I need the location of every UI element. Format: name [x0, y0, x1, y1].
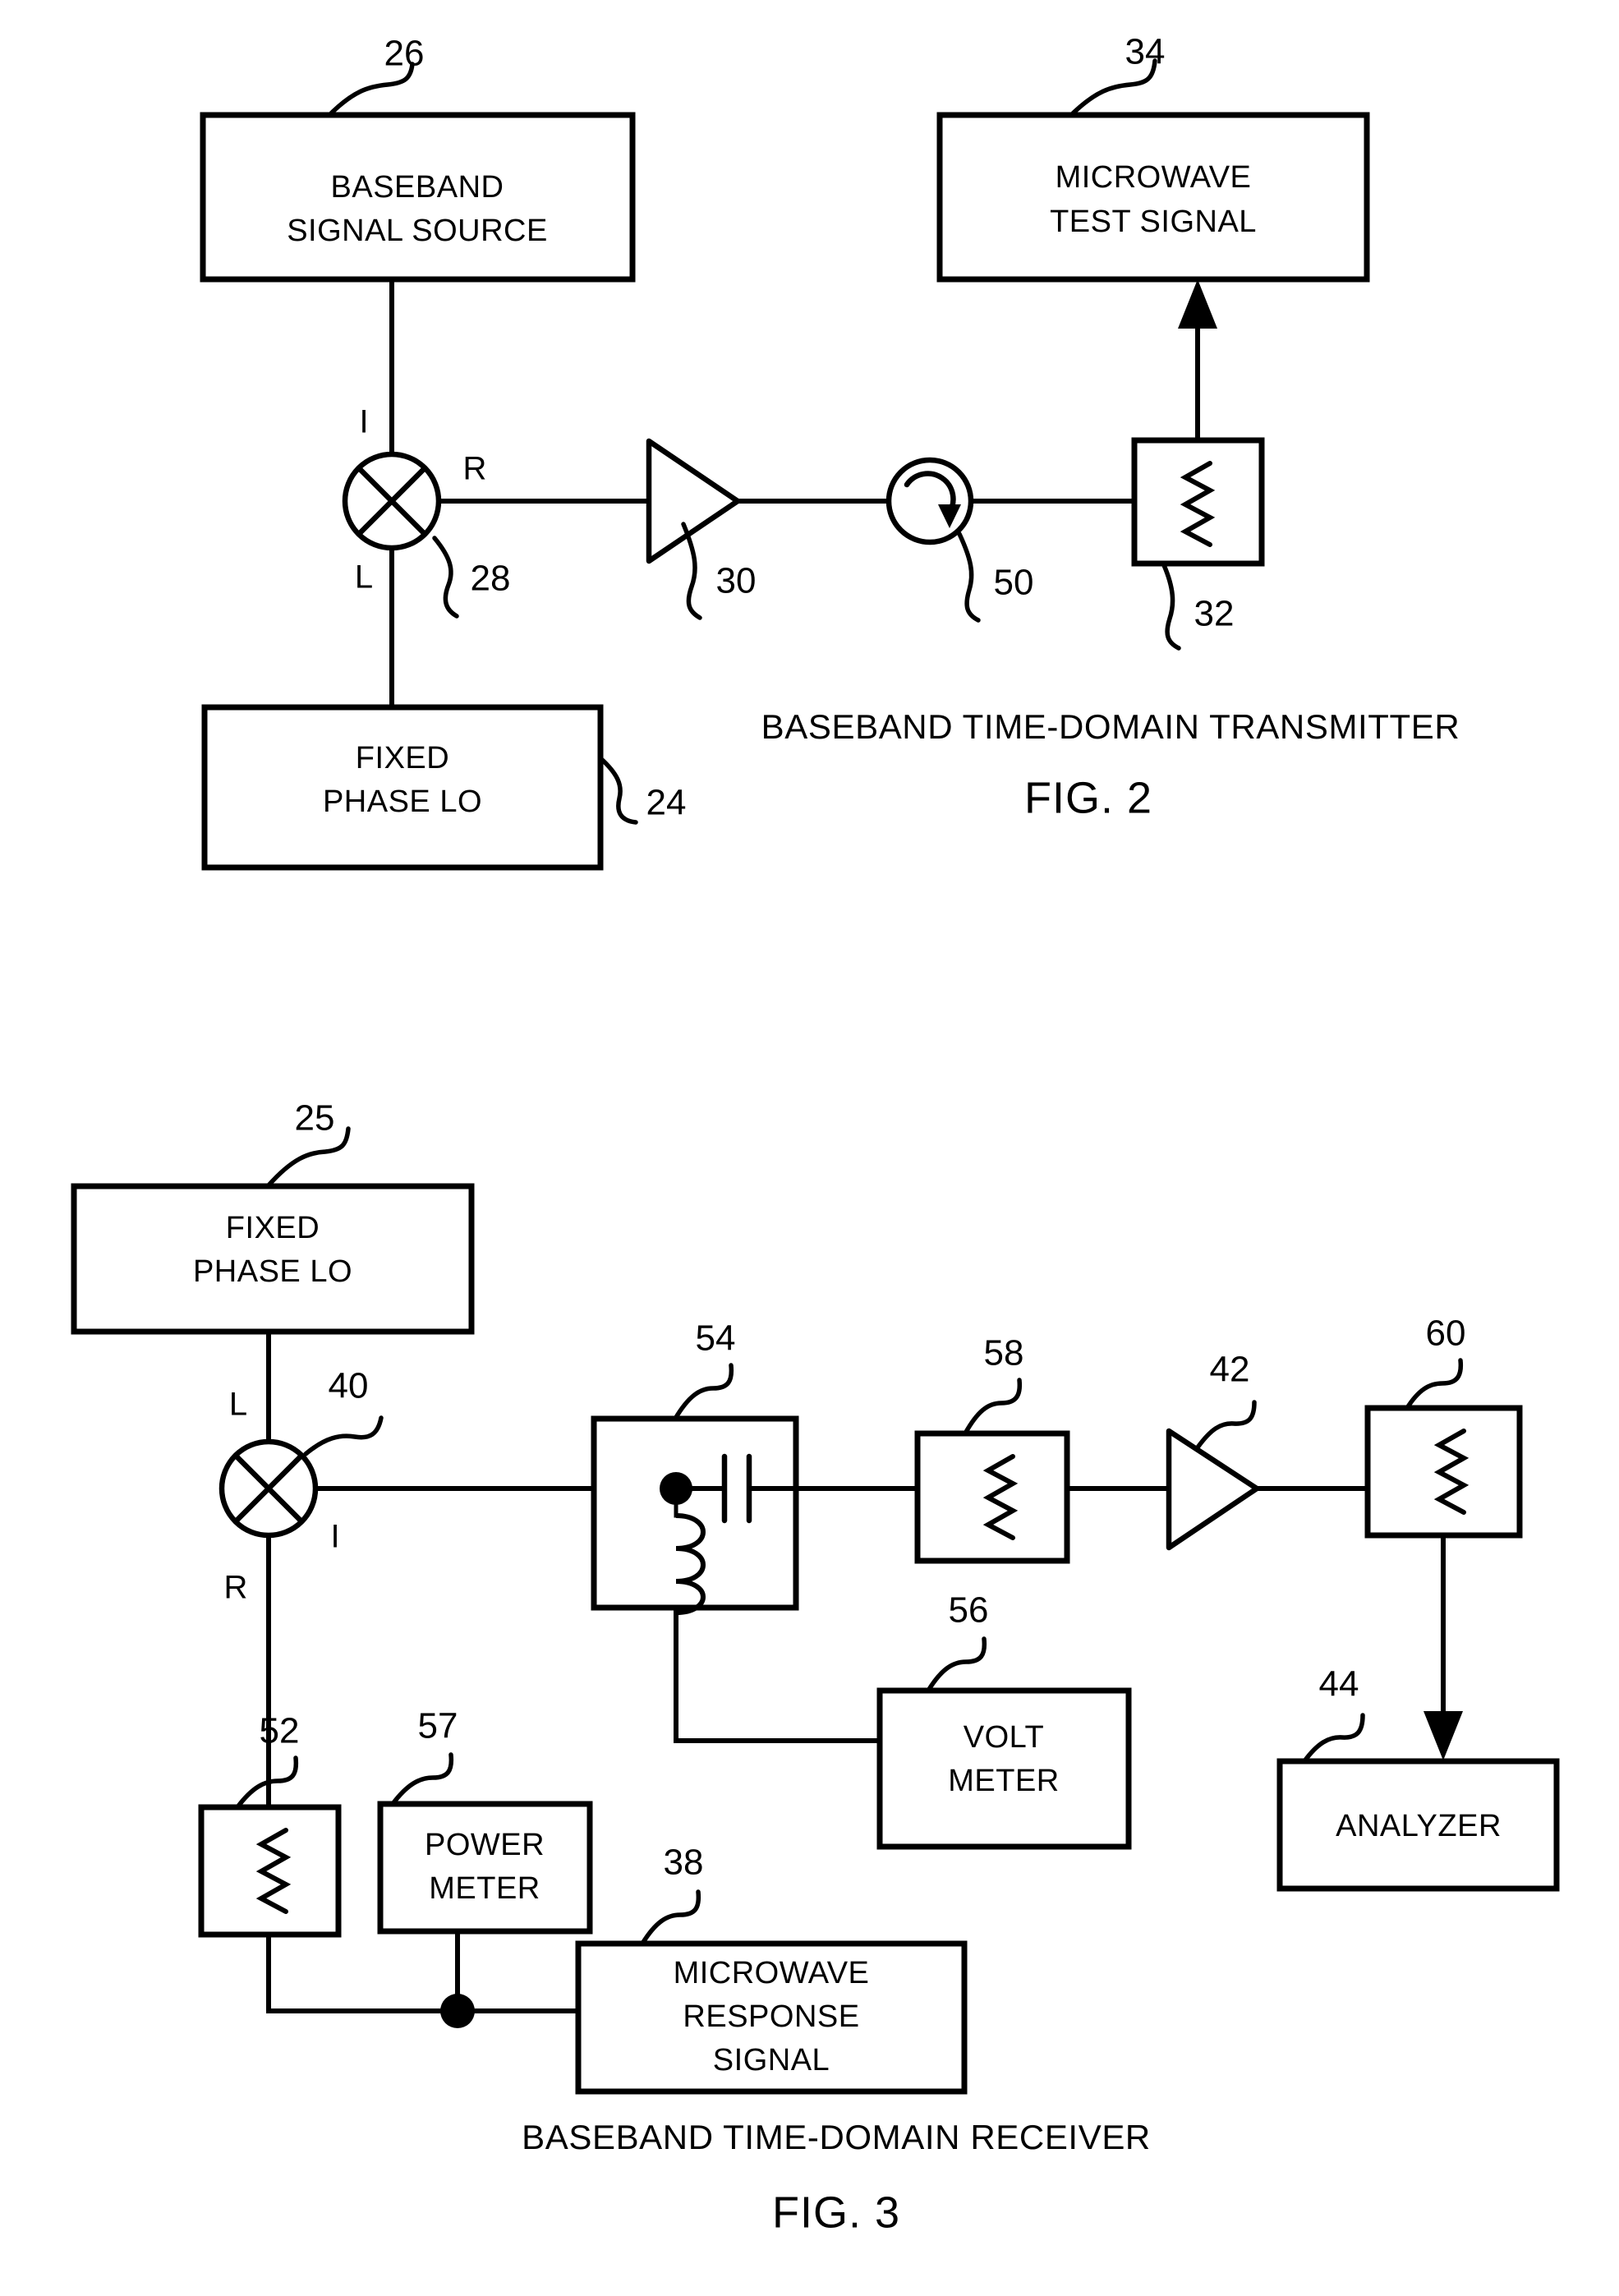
- ref-number-28: 28: [471, 559, 511, 599]
- block-resistor-52: [198, 1804, 342, 1938]
- ref-number-52: 52: [260, 1711, 300, 1751]
- block-44-label: ANALYZER: [1336, 1809, 1502, 1843]
- figure-canvas: 26 BASEBAND SIGNAL SOURCE 34 MICROWAVE T…: [71, 32, 1560, 2237]
- ref-number-34: 34: [1125, 32, 1166, 72]
- leader-line-54: [673, 1363, 734, 1421]
- block-38-label-line2: RESPONSE: [683, 1999, 859, 2034]
- leader-line-32: [1161, 563, 1181, 651]
- block-57-label-line2: METER: [429, 1871, 540, 1906]
- leader-line-40: [303, 1415, 384, 1456]
- junction-dot-lc: [660, 1472, 692, 1505]
- block-34-label-line2: TEST SIGNAL: [1050, 205, 1257, 239]
- block-24-label-line1: FIXED: [356, 741, 449, 775]
- leader-line-58: [963, 1378, 1023, 1436]
- block-24-label-line2: PHASE LO: [323, 785, 482, 819]
- ref-number-44: 44: [1319, 1664, 1359, 1705]
- leader-line-24: [598, 756, 638, 825]
- block-34-label-line1: MICROWAVE: [1056, 160, 1252, 195]
- amplifier-symbol-30: [646, 438, 741, 564]
- ref-number-26: 26: [384, 34, 425, 74]
- figure-2-label: FIG. 2: [1024, 773, 1152, 822]
- block-38-label-line1: MICROWAVE: [674, 1956, 870, 1990]
- ref-number-58: 58: [984, 1333, 1024, 1373]
- ref-number-40: 40: [329, 1366, 369, 1406]
- ref-number-60: 60: [1426, 1314, 1466, 1354]
- figure-3-group: 25 FIXED PHASE LO L I R 40 54 58 42 60 4…: [71, 1098, 1560, 2237]
- port-label-R-fig3: R: [224, 1570, 248, 1606]
- wire-resistor52-to-junction: [266, 1932, 460, 2013]
- leader-line-60: [1405, 1358, 1464, 1410]
- block-56-label-line1: VOLT: [964, 1720, 1044, 1755]
- block-25-label-line2: PHASE LO: [193, 1254, 352, 1289]
- leader-line-44: [1302, 1713, 1365, 1764]
- block-57-label-line1: POWER: [425, 1828, 545, 1862]
- arrowhead-to-analyzer: [1424, 1711, 1463, 1760]
- block-56-label-line2: METER: [948, 1764, 1060, 1798]
- ref-number-24: 24: [646, 783, 687, 823]
- ref-number-42: 42: [1210, 1350, 1250, 1390]
- block-26-label-line2: SIGNAL SOURCE: [287, 214, 548, 248]
- ref-number-56: 56: [949, 1590, 989, 1631]
- leader-line-38: [640, 1889, 701, 1946]
- block-microwave-test-signal: [936, 112, 1370, 283]
- ref-number-25: 25: [295, 1098, 335, 1139]
- wire-inductor-to-voltmeter: [674, 1610, 882, 1743]
- block-38-label-line3: SIGNAL: [713, 2043, 830, 2077]
- figure-3-label: FIG. 3: [772, 2188, 900, 2237]
- ref-number-32: 32: [1194, 594, 1235, 634]
- leader-line-57: [390, 1752, 454, 1806]
- figure-3-caption: BASEBAND TIME-DOMAIN RECEIVER: [522, 2118, 1151, 2156]
- block-termination-32: [1131, 437, 1265, 567]
- figure-2-caption: BASEBAND TIME-DOMAIN TRANSMITTER: [761, 707, 1460, 746]
- ref-number-30: 30: [716, 561, 757, 601]
- port-label-I-fig3: I: [330, 1519, 339, 1555]
- ref-number-54: 54: [696, 1318, 736, 1359]
- leader-line-28: [432, 536, 459, 619]
- port-label-L-fig3: L: [229, 1387, 247, 1423]
- circulator-50-arrowhead: [938, 504, 961, 528]
- port-label-R-fig2: R: [463, 451, 487, 487]
- block-power-meter-57: [377, 1801, 593, 1935]
- block-25-label-line1: FIXED: [226, 1211, 320, 1245]
- ref-number-50: 50: [994, 563, 1034, 603]
- figure-2-group: 26 BASEBAND SIGNAL SOURCE 34 MICROWAVE T…: [200, 32, 1460, 871]
- leader-line-56: [926, 1636, 987, 1693]
- block-26-label-line1: BASEBAND: [331, 170, 504, 205]
- leader-line-50: [957, 531, 981, 623]
- amplifier-symbol-42: [1166, 1428, 1260, 1551]
- ref-number-57: 57: [418, 1706, 458, 1746]
- patent-figure-sheet: 26 BASEBAND SIGNAL SOURCE 34 MICROWAVE T…: [0, 0, 1619, 2296]
- arrowhead-to-test-signal: [1178, 279, 1217, 329]
- port-label-I-fig2: I: [359, 404, 368, 440]
- leader-line-42: [1195, 1400, 1257, 1450]
- port-label-L-fig2: L: [355, 559, 373, 596]
- ref-number-38: 38: [664, 1843, 704, 1883]
